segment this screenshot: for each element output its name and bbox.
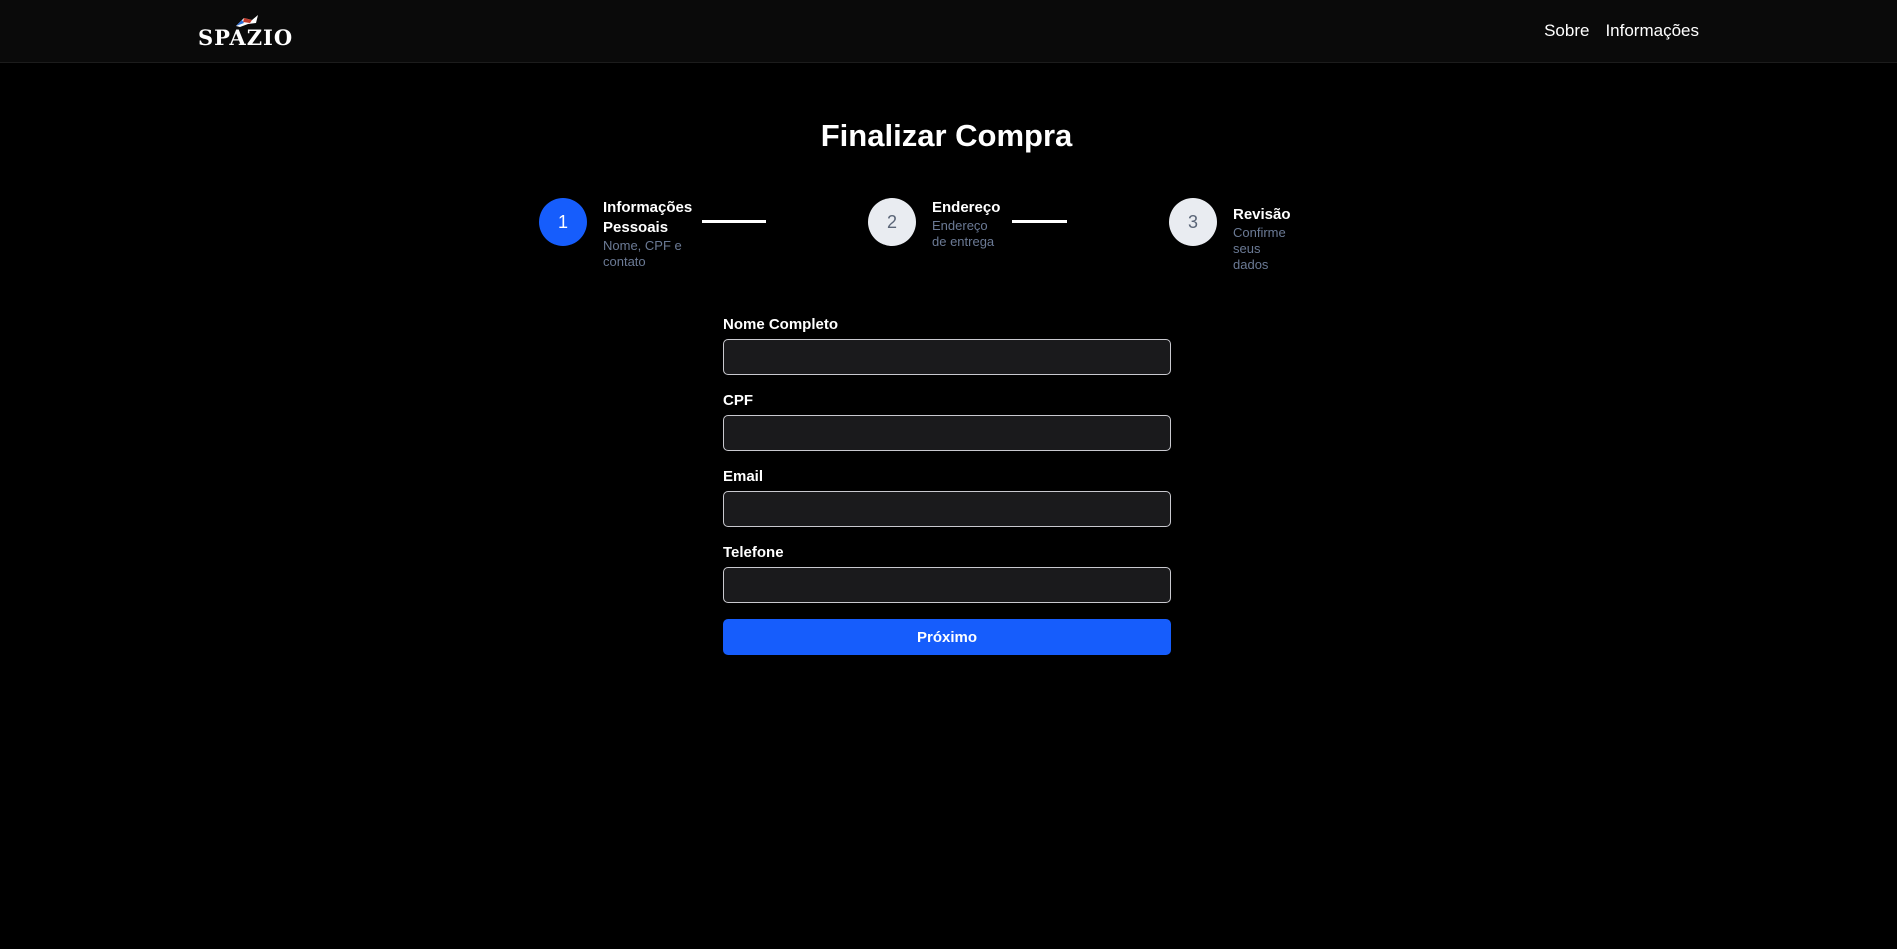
nav-link-sobre[interactable]: Sobre: [1544, 21, 1589, 41]
step-subtitle: Confirme seus dados: [1233, 225, 1286, 272]
step-subtitle-line2: de entrega: [932, 234, 995, 249]
step-text: Endereço Endereço de entrega: [932, 198, 1000, 250]
step-subtitle: Nome, CPF e: [603, 238, 682, 253]
full-name-input[interactable]: [723, 339, 1171, 375]
full-name-label: Nome Completo: [723, 316, 839, 333]
step-text: Revisão Confirme seus dados: [1233, 205, 1291, 273]
step-title: Endereço: [932, 199, 1001, 216]
step-connector: [702, 220, 766, 223]
step-title: Revisão: [1233, 206, 1291, 223]
logo-text: SPAZIO: [198, 25, 294, 50]
top-navbar: SPAZIO Sobre Informações: [0, 0, 1897, 63]
cpf-label: CPF: [723, 392, 753, 409]
step-subtitle: Endereço: [932, 218, 988, 233]
step-subtitle-line2: contato: [603, 254, 646, 269]
personal-info-form: Nome Completo CPF Email Telefone Próximo: [723, 315, 1171, 655]
email-input[interactable]: [723, 491, 1171, 527]
phone-label: Telefone: [723, 544, 784, 561]
spazio-logo[interactable]: SPAZIO: [198, 14, 298, 50]
cpf-input[interactable]: [723, 415, 1171, 451]
step-connector: [1012, 220, 1067, 223]
step-text: Informações Pessoais Nome, CPF e contato: [603, 198, 692, 270]
step-title: Informações: [603, 199, 693, 216]
phone-input[interactable]: [723, 567, 1171, 603]
main-nav: Sobre Informações: [1544, 21, 1699, 41]
next-button[interactable]: Próximo: [723, 619, 1171, 655]
email-label: Email: [723, 468, 764, 485]
step-number-badge: 3: [1169, 198, 1217, 246]
page-title: Finalizar Compra: [820, 118, 1073, 153]
step-title-line2: Pessoais: [603, 219, 669, 236]
nav-link-informacoes[interactable]: Informações: [1605, 21, 1699, 41]
step-number-badge: 1: [539, 198, 587, 246]
step-number-badge: 2: [868, 198, 916, 246]
